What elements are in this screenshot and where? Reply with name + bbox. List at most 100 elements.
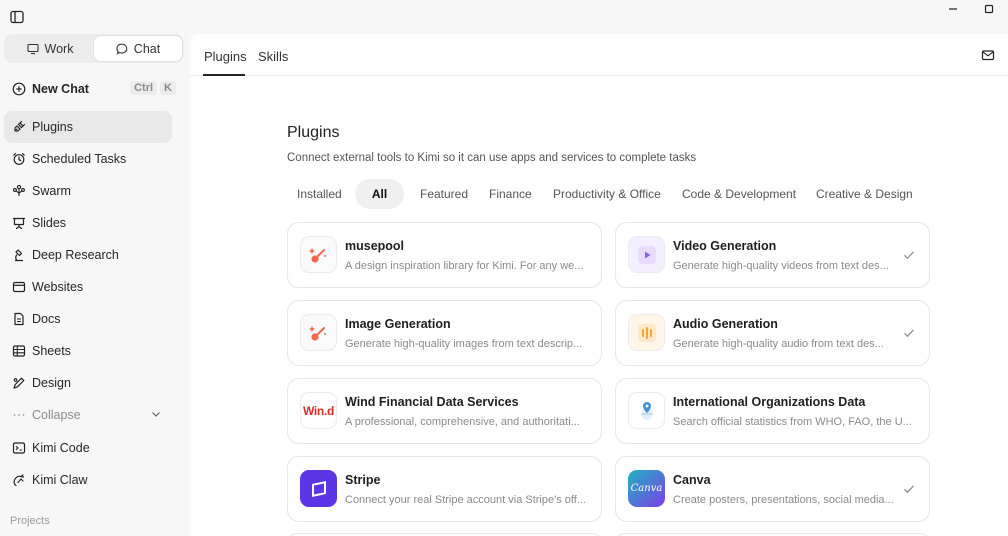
sidebar-item-plugins[interactable]: Plugins: [4, 111, 172, 143]
sidebar-item-label: Kimi Code: [32, 441, 90, 455]
plugin-card-stripe[interactable]: Stripe Connect your real Stripe account …: [287, 456, 602, 522]
page-description: Connect external tools to Kimi so it can…: [287, 152, 697, 164]
more-dots-icon: [12, 408, 26, 422]
sidebar: Work Chat New Chat Ctrl K Plugins Schedu…: [0, 34, 190, 536]
plugin-name: Stripe: [345, 473, 381, 487]
page-title: Plugins: [287, 124, 340, 141]
chat-bubble-icon: [116, 43, 128, 55]
filter-installed[interactable]: Installed: [297, 179, 342, 209]
terminal-icon: [12, 441, 26, 455]
installed-check-icon: [904, 329, 914, 338]
plugin-description: A design inspiration library for Kimi. F…: [345, 260, 584, 272]
pen-nib-icon: [12, 376, 26, 390]
sidebar-item-kimi-code[interactable]: Kimi Code: [4, 432, 172, 464]
sidebar-item-slides[interactable]: Slides: [4, 207, 172, 239]
sidebar-item-label: Swarm: [32, 184, 71, 198]
installed-check-icon: [904, 485, 914, 494]
plugin-description: Create posters, presentations, social me…: [673, 494, 894, 506]
sidebar-item-websites[interactable]: Websites: [4, 271, 172, 303]
main-panel: Plugins Skills Plugins Connect external …: [190, 34, 1008, 536]
active-tab-indicator: [203, 74, 245, 76]
top-tabs: Plugins Skills: [190, 34, 1008, 76]
plugin-description: Generate high-quality audio from text de…: [673, 338, 884, 350]
filter-featured[interactable]: Featured: [420, 179, 468, 209]
new-chat-button[interactable]: New Chat Ctrl K: [4, 73, 176, 105]
plugin-card-canva[interactable]: Canva Canva Create posters, presentation…: [615, 456, 930, 522]
sidebar-item-label: Docs: [32, 312, 61, 326]
mail-icon[interactable]: [981, 48, 995, 62]
filter-finance[interactable]: Finance: [489, 179, 532, 209]
plugin-name: Image Generation: [345, 317, 451, 331]
plugin-name: Audio Generation: [673, 317, 778, 331]
plugin-name: Video Generation: [673, 239, 777, 253]
sidebar-item-label: Plugins: [32, 120, 73, 134]
collapse-label: Collapse: [32, 408, 81, 422]
plugin-name: Wind Financial Data Services: [345, 395, 519, 409]
sidebar-toggle-icon[interactable]: [10, 10, 24, 24]
research-icon: [12, 248, 26, 262]
alarm-clock-icon: [12, 152, 26, 166]
plugin-name: International Organizations Data: [673, 395, 866, 409]
chat-mode-button[interactable]: Chat: [94, 36, 182, 61]
plugin-card-wind-financial[interactable]: Win.d Wind Financial Data Services A pro…: [287, 378, 602, 444]
shortcut-key-ctrl: Ctrl: [130, 81, 158, 95]
mode-switch: Work Chat: [4, 34, 184, 63]
presentation-icon: [12, 216, 26, 230]
wind-logo: Win.d: [300, 392, 337, 429]
sidebar-collapse-toggle[interactable]: Collapse: [4, 399, 172, 431]
browser-window-icon: [12, 280, 26, 294]
sidebar-item-kimi-claw[interactable]: Kimi Claw: [4, 464, 172, 496]
sidebar-item-label: Deep Research: [32, 248, 119, 262]
maximize-icon[interactable]: [982, 2, 996, 16]
projects-section-label: Projects: [10, 515, 50, 527]
tab-skills[interactable]: Skills: [258, 49, 288, 64]
plugin-name: musepool: [345, 239, 405, 253]
new-chat-shortcut: Ctrl K: [130, 81, 176, 95]
plugin-card-image-generation[interactable]: Image Generation Generate high-quality i…: [287, 300, 602, 366]
work-mode-label: Work: [44, 41, 74, 56]
monitor-icon: [26, 43, 39, 54]
sidebar-item-scheduled-tasks[interactable]: Scheduled Tasks: [4, 143, 172, 175]
chat-mode-label: Chat: [133, 41, 161, 56]
plugin-card-musepool[interactable]: musepool A design inspiration library fo…: [287, 222, 602, 288]
chevron-down-icon: [152, 412, 160, 417]
stripe-icon: [300, 470, 337, 507]
canva-logo: Canva: [628, 470, 665, 507]
installed-check-icon: [904, 251, 914, 260]
sidebar-item-sheets[interactable]: Sheets: [4, 335, 172, 367]
sidebar-item-docs[interactable]: Docs: [4, 303, 172, 335]
filter-all[interactable]: All: [355, 179, 404, 209]
sidebar-item-swarm[interactable]: Swarm: [4, 175, 172, 207]
filter-code-development[interactable]: Code & Development: [682, 179, 796, 209]
plus-circle-icon: [12, 82, 26, 96]
filter-productivity-office[interactable]: Productivity & Office: [553, 179, 661, 209]
wind-logo-text: Win.d: [302, 403, 335, 418]
play-icon: [628, 236, 665, 273]
plugin-card-video-generation[interactable]: Video Generation Generate high-quality v…: [615, 222, 930, 288]
shortcut-key-k: K: [160, 81, 176, 95]
plugin-card-international-organizations[interactable]: International Organizations Data Search …: [615, 378, 930, 444]
plugin-card-audio-generation[interactable]: Audio Generation Generate high-quality a…: [615, 300, 930, 366]
plugin-description: A professional, comprehensive, and autho…: [345, 416, 580, 428]
plugin-name: Canva: [673, 473, 711, 487]
tab-plugins[interactable]: Plugins: [204, 49, 247, 64]
magic-wand-icon: [300, 314, 337, 351]
magic-wand-icon: [300, 236, 337, 273]
plugin-description: Generate high-quality videos from text d…: [673, 260, 889, 272]
minimize-icon[interactable]: [946, 2, 960, 16]
sidebar-item-deep-research[interactable]: Deep Research: [4, 239, 172, 271]
sidebar-item-label: Websites: [32, 280, 84, 294]
sidebar-item-design[interactable]: Design: [4, 367, 172, 399]
sidebar-item-label: Kimi Claw: [32, 473, 88, 487]
document-icon: [12, 312, 26, 326]
new-chat-label: New Chat: [32, 82, 89, 96]
audio-bars-icon: [628, 314, 665, 351]
plugin-description: Generate high-quality images from text d…: [345, 338, 583, 350]
plug-icon: [12, 120, 26, 134]
canva-logo-text: Canva: [630, 483, 663, 494]
work-mode-button[interactable]: Work: [6, 36, 94, 61]
swarm-icon: [12, 184, 26, 198]
filter-creative-design[interactable]: Creative & Design: [816, 179, 913, 209]
globe-pin-icon: [628, 392, 665, 429]
claw-icon: [12, 473, 26, 487]
